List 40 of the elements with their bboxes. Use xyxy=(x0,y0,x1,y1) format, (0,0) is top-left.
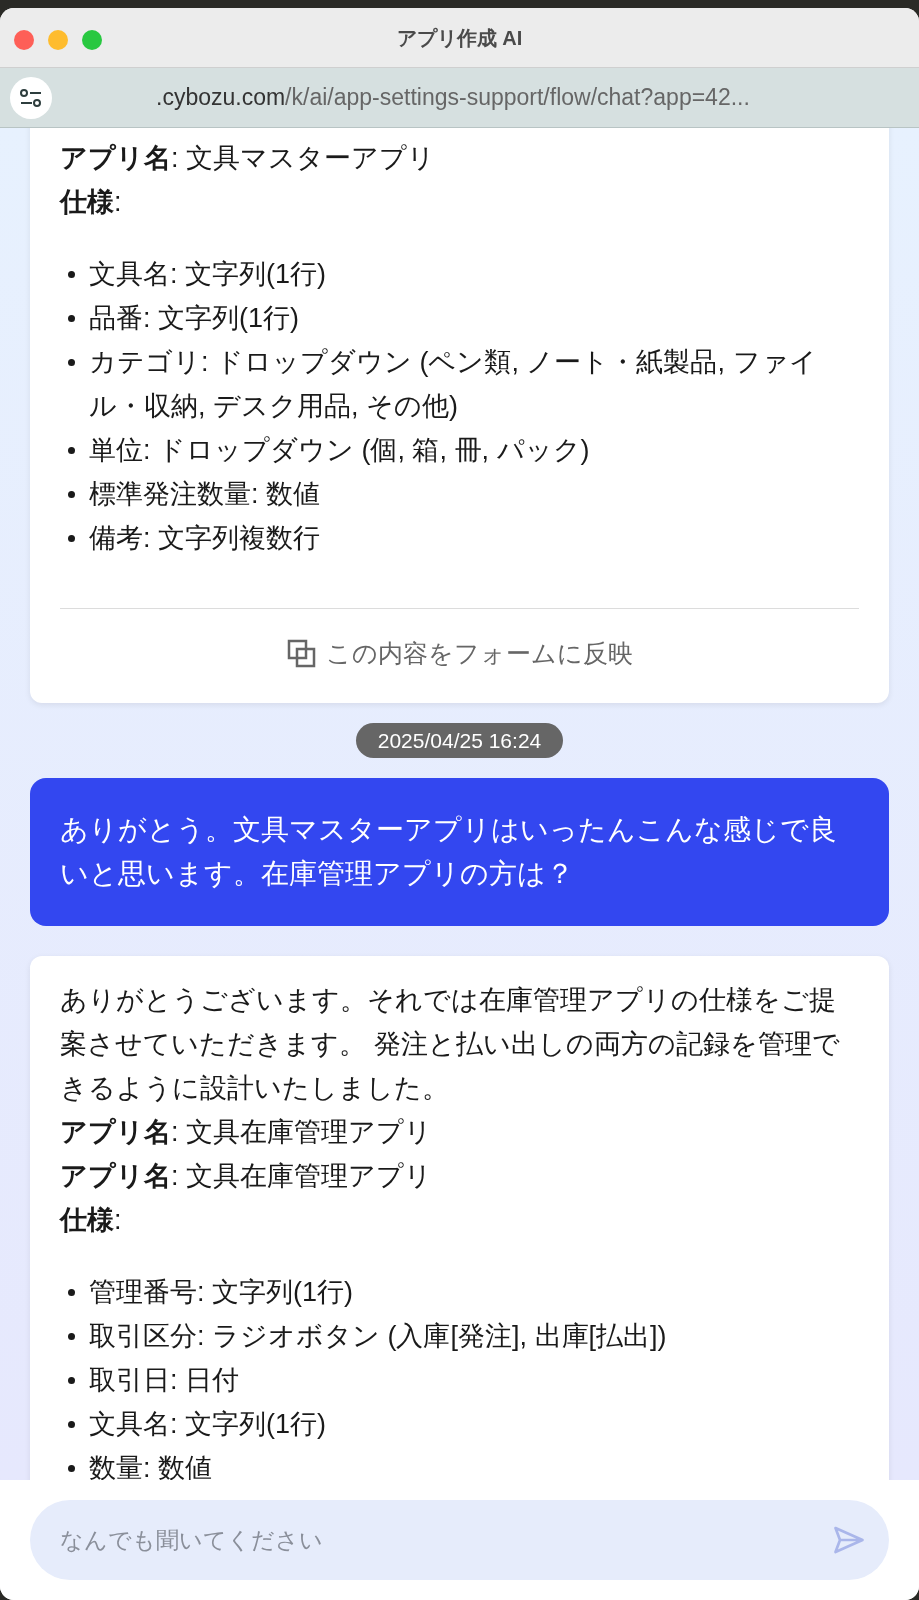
bullet-icon xyxy=(68,1333,75,1340)
window-title: アプリ作成 AI xyxy=(396,25,523,51)
bullet-icon xyxy=(68,491,75,498)
list-item: 標準発注数量: 数値 xyxy=(89,478,320,511)
url-text[interactable]: .cybozu.com/k/ai/app-settings-support/flow/chat?app=42... xyxy=(156,80,750,115)
message-text: アプリ名: 文具マスターアプリ xyxy=(60,142,436,175)
message-text: アプリ名: 文具在庫管理アプリ xyxy=(60,1160,433,1193)
message-text: ありがとうございます。それでは在庫管理アプリの仕様をご提案させていただきます。 発注と払い出しの両方の記録を管理できるように設計いたしました。 xyxy=(60,984,841,1105)
list-item: カテゴリ: ドロップダウン (ペン類, ノート・紙製品, ファイル・収納, デスク用品, その他) xyxy=(89,346,818,423)
minimize-window-button[interactable] xyxy=(48,30,68,50)
user-message-bubble: ありがとう。文具マスターアプリはいったんこんな感じで良いと思います。在庫管理アプリの方は？ xyxy=(30,778,889,926)
close-window-button[interactable] xyxy=(14,30,34,50)
message-text: 仕様: xyxy=(60,186,123,219)
sliders-icon xyxy=(19,87,43,108)
bullet-icon xyxy=(68,1289,75,1296)
apply-to-form-button[interactable]: この内容をフォームに反映 xyxy=(286,635,633,673)
bullet-icon xyxy=(68,447,75,454)
list-item: 取引日: 日付 xyxy=(89,1364,239,1397)
list-item: 数量: 数値 xyxy=(89,1452,212,1480)
bullet-icon xyxy=(68,1421,75,1428)
bullet-icon xyxy=(68,271,75,278)
list-item: 単位: ドロップダウン (個, 箱, 冊, パック) xyxy=(89,434,590,467)
maximize-window-button[interactable] xyxy=(82,30,102,50)
message-text: アプリ名: 文具在庫管理アプリ xyxy=(60,1116,433,1149)
bullet-icon xyxy=(68,1465,75,1472)
bullet-icon xyxy=(68,359,75,366)
chat-input-field[interactable]: なんでも聞いてください xyxy=(30,1500,889,1580)
list-item: 文具名: 文字列(1行) xyxy=(89,1408,326,1441)
list-item: 品番: 文字列(1行) xyxy=(89,302,299,335)
list-item: 備考: 文字列複数行 xyxy=(89,522,320,555)
bullet-icon xyxy=(68,1377,75,1384)
message-text: 仕様: xyxy=(60,1204,123,1237)
bullet-icon xyxy=(68,315,75,322)
list-item: 文具名: 文字列(1行) xyxy=(89,258,326,291)
timestamp: 2025/04/25 16:24 xyxy=(355,722,564,758)
copy-icon xyxy=(286,637,318,670)
bullet-icon xyxy=(68,535,75,542)
list-item: 取引区分: ラジオボタン (入庫[発注], 出庫[払出]) xyxy=(89,1320,667,1353)
site-settings-button[interactable] xyxy=(10,76,52,119)
list-item: 管理番号: 文字列(1行) xyxy=(89,1276,353,1309)
